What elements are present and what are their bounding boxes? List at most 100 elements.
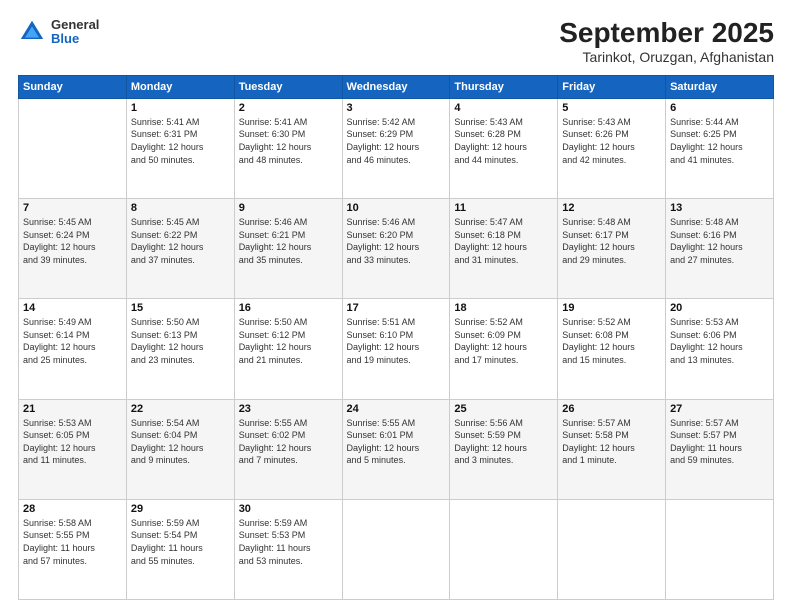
calendar-day-cell: 11 Sunrise: 5:47 AM Sunset: 6:18 PM Dayli…: [450, 199, 558, 299]
day-info: Sunrise: 5:49 AM Sunset: 6:14 PM Dayligh…: [23, 316, 122, 366]
day-info: Sunrise: 5:48 AM Sunset: 6:16 PM Dayligh…: [670, 216, 769, 266]
day-info: Sunrise: 5:42 AM Sunset: 6:29 PM Dayligh…: [347, 116, 446, 166]
day-number: 25: [454, 403, 553, 415]
calendar-week-row: 28 Sunrise: 5:58 AM Sunset: 5:55 PM Dayli…: [19, 499, 774, 599]
day-info: Sunrise: 5:46 AM Sunset: 6:21 PM Dayligh…: [239, 216, 338, 266]
calendar-week-row: 14 Sunrise: 5:49 AM Sunset: 6:14 PM Dayli…: [19, 299, 774, 399]
day-info: Sunrise: 5:45 AM Sunset: 6:24 PM Dayligh…: [23, 216, 122, 266]
calendar-day-cell: 26Sunrise: 5:57 AM Sunset: 5:58 PM Dayli…: [558, 399, 666, 499]
calendar-day-cell: [558, 499, 666, 599]
calendar-day-cell: 14 Sunrise: 5:49 AM Sunset: 6:14 PM Dayli…: [19, 299, 127, 399]
day-info: Sunrise: 5:44 AM Sunset: 6:25 PM Dayligh…: [670, 116, 769, 166]
day-number: 24: [347, 403, 446, 415]
calendar-day-cell: 28 Sunrise: 5:58 AM Sunset: 5:55 PM Dayli…: [19, 499, 127, 599]
calendar-day-cell: 3Sunrise: 5:42 AM Sunset: 6:29 PM Daylig…: [342, 98, 450, 198]
day-info: Sunrise: 5:57 AM Sunset: 5:57 PM Dayligh…: [670, 417, 769, 467]
day-info: Sunrise: 5:52 AM Sunset: 6:09 PM Dayligh…: [454, 316, 553, 366]
day-number: 30: [239, 503, 338, 515]
day-number: 19: [562, 302, 661, 314]
day-info: Sunrise: 5:41 AM Sunset: 6:30 PM Dayligh…: [239, 116, 338, 166]
day-number: 21: [23, 403, 122, 415]
day-number: 10: [347, 202, 446, 214]
calendar-day-cell: 18 Sunrise: 5:52 AM Sunset: 6:09 PM Dayli…: [450, 299, 558, 399]
calendar-day-cell: 13 Sunrise: 5:48 AM Sunset: 6:16 PM Dayli…: [666, 199, 774, 299]
day-number: 8: [131, 202, 230, 214]
day-info: Sunrise: 5:58 AM Sunset: 5:55 PM Dayligh…: [23, 517, 122, 567]
day-number: 6: [670, 102, 769, 114]
day-info: Sunrise: 5:54 AM Sunset: 6:04 PM Dayligh…: [131, 417, 230, 467]
day-info: Sunrise: 5:59 AM Sunset: 5:54 PM Dayligh…: [131, 517, 230, 567]
day-number: 15: [131, 302, 230, 314]
day-number: 16: [239, 302, 338, 314]
logo-text: General Blue: [51, 18, 99, 47]
day-number: 18: [454, 302, 553, 314]
day-number: 27: [670, 403, 769, 415]
calendar-week-row: 7 Sunrise: 5:45 AM Sunset: 6:24 PM Daylig…: [19, 199, 774, 299]
calendar-day-cell: 1 Sunrise: 5:41 AM Sunset: 6:31 PM Daylig…: [126, 98, 234, 198]
calendar-header-day: Wednesday: [342, 75, 450, 98]
calendar-day-cell: 6 Sunrise: 5:44 AM Sunset: 6:25 PM Daylig…: [666, 98, 774, 198]
calendar-day-cell: [19, 98, 127, 198]
calendar-day-cell: 15 Sunrise: 5:50 AM Sunset: 6:13 PM Dayli…: [126, 299, 234, 399]
day-info: Sunrise: 5:57 AM Sunset: 5:58 PM Dayligh…: [562, 417, 661, 467]
day-info: Sunrise: 5:43 AM Sunset: 6:28 PM Dayligh…: [454, 116, 553, 166]
day-number: 1: [131, 102, 230, 114]
day-number: 5: [562, 102, 661, 114]
day-number: 11: [454, 202, 553, 214]
day-info: Sunrise: 5:56 AM Sunset: 5:59 PM Dayligh…: [454, 417, 553, 467]
day-number: 23: [239, 403, 338, 415]
calendar-day-cell: 16 Sunrise: 5:50 AM Sunset: 6:12 PM Dayli…: [234, 299, 342, 399]
calendar-week-row: 21 Sunrise: 5:53 AM Sunset: 6:05 PM Dayli…: [19, 399, 774, 499]
day-info: Sunrise: 5:51 AM Sunset: 6:10 PM Dayligh…: [347, 316, 446, 366]
header: General Blue September 2025 Tarinkot, Or…: [18, 18, 774, 65]
calendar-day-cell: 22 Sunrise: 5:54 AM Sunset: 6:04 PM Dayli…: [126, 399, 234, 499]
logo-blue: Blue: [51, 32, 99, 46]
calendar-day-cell: [450, 499, 558, 599]
calendar-day-cell: 10 Sunrise: 5:46 AM Sunset: 6:20 PM Dayli…: [342, 199, 450, 299]
calendar-header-day: Saturday: [666, 75, 774, 98]
day-number: 7: [23, 202, 122, 214]
calendar-header-day: Friday: [558, 75, 666, 98]
day-info: Sunrise: 5:52 AM Sunset: 6:08 PM Dayligh…: [562, 316, 661, 366]
day-number: 22: [131, 403, 230, 415]
calendar-header-day: Thursday: [450, 75, 558, 98]
calendar-day-cell: 19 Sunrise: 5:52 AM Sunset: 6:08 PM Dayli…: [558, 299, 666, 399]
calendar-day-cell: 7 Sunrise: 5:45 AM Sunset: 6:24 PM Daylig…: [19, 199, 127, 299]
calendar-day-cell: 8 Sunrise: 5:45 AM Sunset: 6:22 PM Daylig…: [126, 199, 234, 299]
calendar-day-cell: 20Sunrise: 5:53 AM Sunset: 6:06 PM Dayli…: [666, 299, 774, 399]
day-number: 20: [670, 302, 769, 314]
calendar-day-cell: 9Sunrise: 5:46 AM Sunset: 6:21 PM Daylig…: [234, 199, 342, 299]
day-info: Sunrise: 5:43 AM Sunset: 6:26 PM Dayligh…: [562, 116, 661, 166]
calendar-header-day: Tuesday: [234, 75, 342, 98]
day-number: 28: [23, 503, 122, 515]
day-info: Sunrise: 5:46 AM Sunset: 6:20 PM Dayligh…: [347, 216, 446, 266]
page-title: September 2025: [559, 18, 774, 49]
calendar-day-cell: 21 Sunrise: 5:53 AM Sunset: 6:05 PM Dayli…: [19, 399, 127, 499]
logo-icon: [18, 18, 46, 46]
calendar-header-day: Monday: [126, 75, 234, 98]
day-info: Sunrise: 5:45 AM Sunset: 6:22 PM Dayligh…: [131, 216, 230, 266]
calendar-day-cell: 25 Sunrise: 5:56 AM Sunset: 5:59 PM Dayli…: [450, 399, 558, 499]
calendar-header-day: Sunday: [19, 75, 127, 98]
calendar-header-row: SundayMondayTuesdayWednesdayThursdayFrid…: [19, 75, 774, 98]
day-info: Sunrise: 5:47 AM Sunset: 6:18 PM Dayligh…: [454, 216, 553, 266]
page-subtitle: Tarinkot, Oruzgan, Afghanistan: [559, 49, 774, 65]
calendar-day-cell: 29Sunrise: 5:59 AM Sunset: 5:54 PM Dayli…: [126, 499, 234, 599]
day-info: Sunrise: 5:41 AM Sunset: 6:31 PM Dayligh…: [131, 116, 230, 166]
calendar-week-row: 1 Sunrise: 5:41 AM Sunset: 6:31 PM Daylig…: [19, 98, 774, 198]
day-info: Sunrise: 5:53 AM Sunset: 6:05 PM Dayligh…: [23, 417, 122, 467]
calendar-day-cell: 17Sunrise: 5:51 AM Sunset: 6:10 PM Dayli…: [342, 299, 450, 399]
day-info: Sunrise: 5:50 AM Sunset: 6:13 PM Dayligh…: [131, 316, 230, 366]
day-info: Sunrise: 5:55 AM Sunset: 6:02 PM Dayligh…: [239, 417, 338, 467]
day-number: 4: [454, 102, 553, 114]
logo-general: General: [51, 18, 99, 32]
calendar-table: SundayMondayTuesdayWednesdayThursdayFrid…: [18, 75, 774, 600]
calendar-day-cell: 12Sunrise: 5:48 AM Sunset: 6:17 PM Dayli…: [558, 199, 666, 299]
calendar-day-cell: 27 Sunrise: 5:57 AM Sunset: 5:57 PM Dayli…: [666, 399, 774, 499]
day-number: 13: [670, 202, 769, 214]
day-info: Sunrise: 5:50 AM Sunset: 6:12 PM Dayligh…: [239, 316, 338, 366]
day-number: 14: [23, 302, 122, 314]
calendar-day-cell: 2Sunrise: 5:41 AM Sunset: 6:30 PM Daylig…: [234, 98, 342, 198]
title-block: September 2025 Tarinkot, Oruzgan, Afghan…: [559, 18, 774, 65]
calendar-day-cell: 23 Sunrise: 5:55 AM Sunset: 6:02 PM Dayli…: [234, 399, 342, 499]
